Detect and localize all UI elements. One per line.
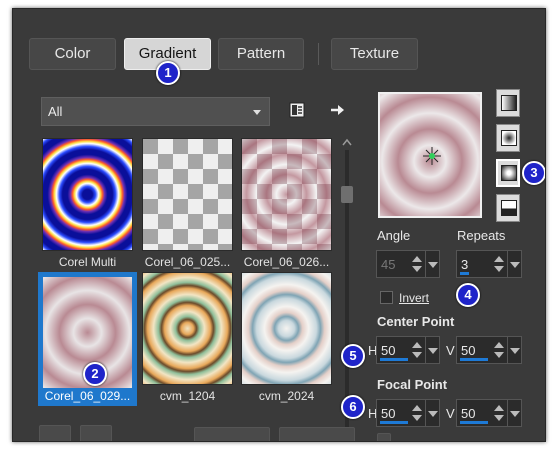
thumbnail-label: Corel_06_025... (144, 255, 231, 269)
thumbnail-label: cvm_2024 (258, 389, 315, 403)
dropdown-value: All (48, 104, 63, 119)
material-properties-panel: Color Gradient Pattern Texture 1 All Cor… (12, 8, 546, 442)
invert-label[interactable]: Invert (399, 291, 429, 305)
focal-h-stepper[interactable] (411, 400, 423, 426)
center-h-level-bar (380, 358, 408, 361)
tab-color[interactable]: Color (29, 38, 116, 70)
gradient-thumbnail[interactable]: Corel Multi (38, 138, 137, 272)
sunburst-gradient-icon (501, 165, 517, 181)
gradient-category-dropdown[interactable]: All (41, 97, 270, 126)
thumbnail-label: cvm_1204 (159, 389, 216, 403)
bottom-button[interactable] (80, 425, 112, 441)
gradient-swatch-corel-06-026 (241, 138, 332, 251)
rectangular-style-button[interactable] (496, 124, 520, 152)
center-v-label: V (446, 343, 455, 358)
gradient-thumbnail[interactable]: cvm_2024 (237, 272, 336, 406)
callout-badge-6: 6 (341, 395, 365, 419)
angle-value: 45 (381, 257, 396, 272)
repeats-spinbox[interactable]: 3 (456, 250, 522, 278)
tab-texture[interactable]: Texture (331, 38, 418, 70)
gradient-preview[interactable] (378, 92, 482, 218)
focal-v-value: 50 (461, 406, 476, 421)
center-point-label: Center Point (377, 314, 455, 329)
focal-v-spinbox[interactable]: 50 (456, 399, 522, 427)
gradient-thumbnail[interactable]: Corel_06_025... (138, 138, 237, 272)
center-h-spinbox[interactable]: 50 (376, 336, 440, 364)
callout-badge-2: 2 (83, 362, 107, 386)
chevron-down-icon[interactable] (507, 251, 521, 277)
thumbnail-label: Corel_06_026... (243, 255, 330, 269)
thumbnail-label: Corel Multi (58, 255, 117, 269)
gradient-thumbnail-selected[interactable]: Corel_06_029... (38, 272, 137, 406)
angle-spinbox[interactable]: 45 (376, 250, 440, 278)
chevron-down-icon[interactable] (507, 337, 521, 363)
callout-badge-4: 4 (456, 283, 480, 307)
focal-v-stepper[interactable] (493, 400, 505, 426)
center-v-stepper[interactable] (493, 337, 505, 363)
gradient-thumbnail[interactable]: cvm_1204 (138, 272, 237, 406)
chevron-down-icon[interactable] (425, 337, 439, 363)
focal-point-label: Focal Point (377, 377, 448, 392)
bottom-button[interactable] (194, 427, 270, 441)
center-v-level-bar (460, 358, 488, 361)
gradient-swatch-cvm-1204 (142, 272, 233, 385)
focal-v-label: V (446, 406, 455, 421)
chevron-down-icon (253, 110, 261, 115)
bottom-checkbox[interactable] (377, 433, 391, 441)
center-v-value: 50 (461, 343, 476, 358)
focal-h-level-bar (380, 421, 408, 424)
center-h-stepper[interactable] (411, 337, 423, 363)
rectangular-gradient-icon (501, 130, 517, 146)
center-h-value: 50 (381, 343, 396, 358)
arrow-right-icon[interactable] (329, 102, 345, 118)
chevron-down-icon[interactable] (507, 400, 521, 426)
focal-h-value: 50 (381, 406, 396, 421)
radial-style-button[interactable] (496, 194, 520, 222)
sunburst-style-button[interactable] (496, 159, 520, 187)
angle-stepper[interactable] (411, 251, 423, 277)
gradient-swatch-cvm-2024 (241, 272, 332, 385)
invert-checkbox[interactable] (380, 291, 393, 304)
focal-h-spinbox[interactable]: 50 (376, 399, 440, 427)
chevron-up-icon[interactable] (342, 138, 352, 146)
chevron-down-icon[interactable] (425, 400, 439, 426)
repeats-level-bar (460, 272, 469, 275)
linear-style-button[interactable] (496, 89, 520, 117)
thumbnail-scrollbar[interactable] (340, 136, 354, 436)
repeats-stepper[interactable] (493, 251, 505, 277)
linear-gradient-icon (501, 95, 517, 111)
radial-gradient-icon (501, 200, 517, 216)
repeats-label: Repeats (457, 228, 506, 243)
scrollbar-thumb[interactable] (341, 186, 353, 203)
callout-badge-1: 1 (156, 61, 180, 85)
angle-label: Angle (377, 228, 411, 243)
bottom-button[interactable] (39, 425, 71, 441)
repeats-value: 3 (461, 257, 469, 272)
chevron-down-icon[interactable] (425, 251, 439, 277)
callout-badge-3: 3 (522, 161, 545, 185)
tab-pattern[interactable]: Pattern (218, 38, 304, 70)
callout-badge-5: 5 (341, 344, 365, 368)
center-point-marker-icon[interactable] (422, 146, 442, 166)
focal-v-level-bar (460, 421, 488, 424)
gradient-swatch-corel-multi (42, 138, 133, 251)
gradient-library-icon[interactable] (288, 101, 306, 119)
center-v-spinbox[interactable]: 50 (456, 336, 522, 364)
tab-separator (318, 43, 319, 65)
thumbnail-label: Corel_06_029... (44, 389, 131, 403)
gradient-swatch-corel-06-025 (142, 138, 233, 251)
bottom-button[interactable] (279, 427, 355, 441)
gradient-thumbnail[interactable]: Corel_06_026... (237, 138, 336, 272)
